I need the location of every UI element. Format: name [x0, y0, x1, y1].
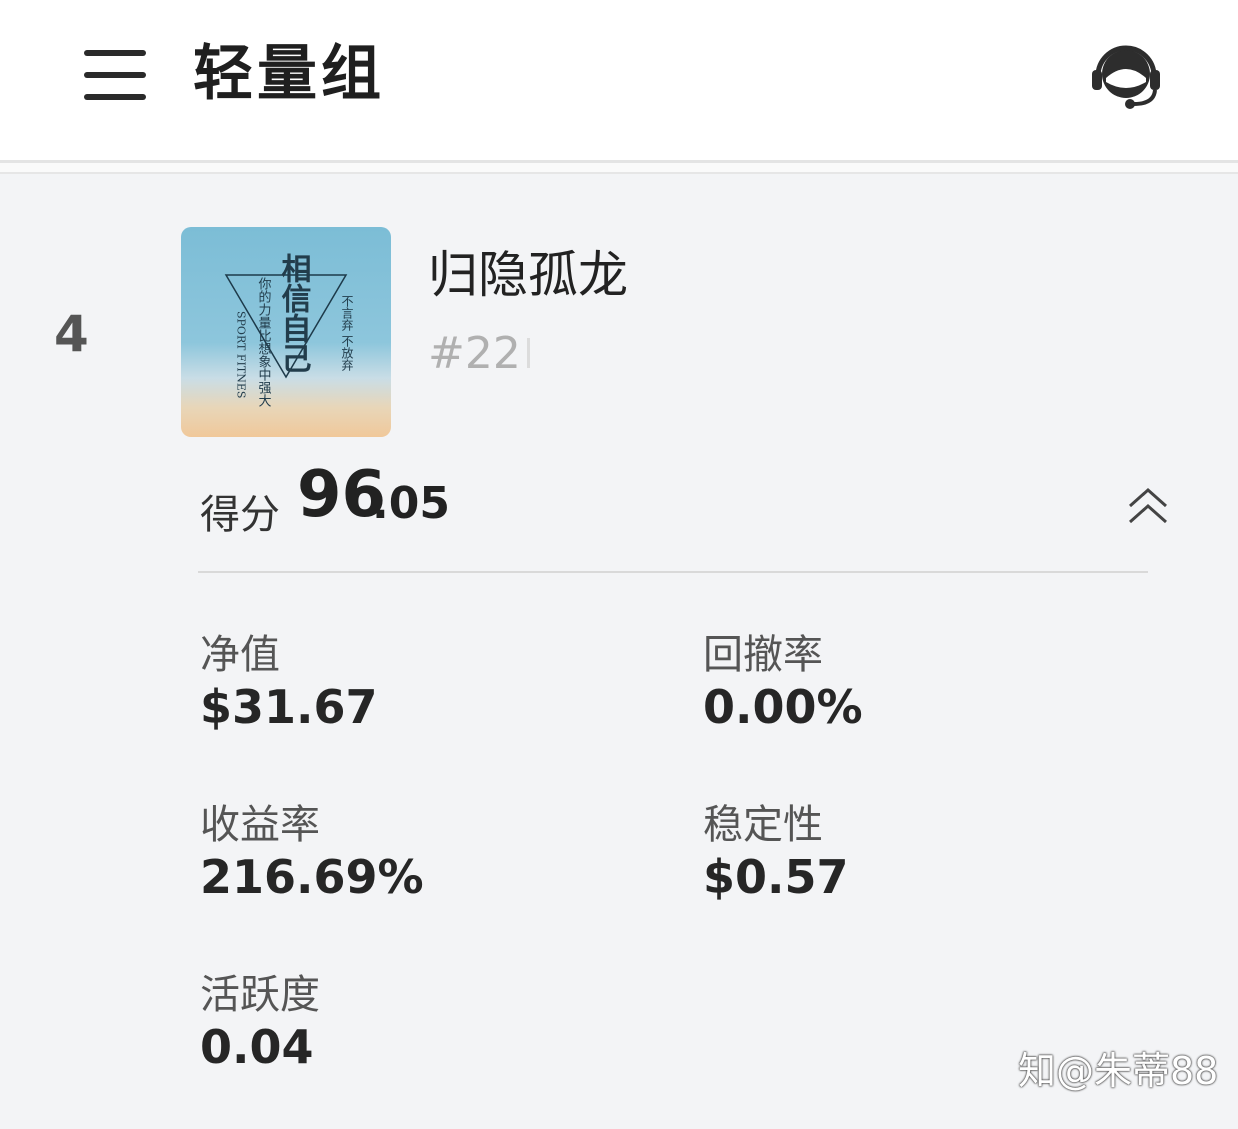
- avatar[interactable]: 相信自己 不言弃 不放弃 你的力量比想象中强大 SPORT FITNES: [181, 227, 391, 437]
- chevron-up-double-icon[interactable]: [1124, 484, 1172, 528]
- stability-value: $0.57: [703, 850, 849, 904]
- customer-service-headset-icon[interactable]: [1088, 38, 1164, 114]
- drawdown-label: 回撤率: [703, 632, 823, 678]
- activity-label: 活跃度: [200, 972, 320, 1018]
- drawdown-value: 0.00%: [703, 680, 863, 734]
- member-id: #22: [428, 328, 521, 379]
- rank-number: 4: [54, 305, 89, 363]
- net-value-label: 净值: [200, 632, 280, 678]
- stability-label: 稳定性: [703, 802, 823, 848]
- watermark: 知@朱蒂88: [1018, 1049, 1219, 1093]
- header-divider: [0, 163, 1238, 174]
- net-value: $31.67: [200, 680, 378, 734]
- score-decimal: .05: [372, 478, 450, 529]
- return-rate-value: 216.69%: [200, 850, 424, 904]
- top-bar: 轻量组: [0, 0, 1238, 163]
- activity-value: 0.04: [200, 1020, 314, 1074]
- id-separator: [527, 338, 530, 368]
- avatar-line1: 不言弃 不放弃: [340, 295, 354, 371]
- score-label: 得分: [200, 492, 280, 538]
- avatar-line2: 你的力量比想象中强大: [256, 277, 272, 407]
- avatar-line3: SPORT FITNES: [235, 311, 248, 398]
- page-title: 轻量组: [193, 39, 385, 109]
- member-name: 归隐孤龙: [428, 246, 628, 304]
- score-divider: [198, 571, 1148, 573]
- hamburger-menu-icon[interactable]: [84, 50, 146, 100]
- return-rate-label: 收益率: [200, 802, 320, 848]
- avatar-title: 相信自己: [276, 253, 312, 373]
